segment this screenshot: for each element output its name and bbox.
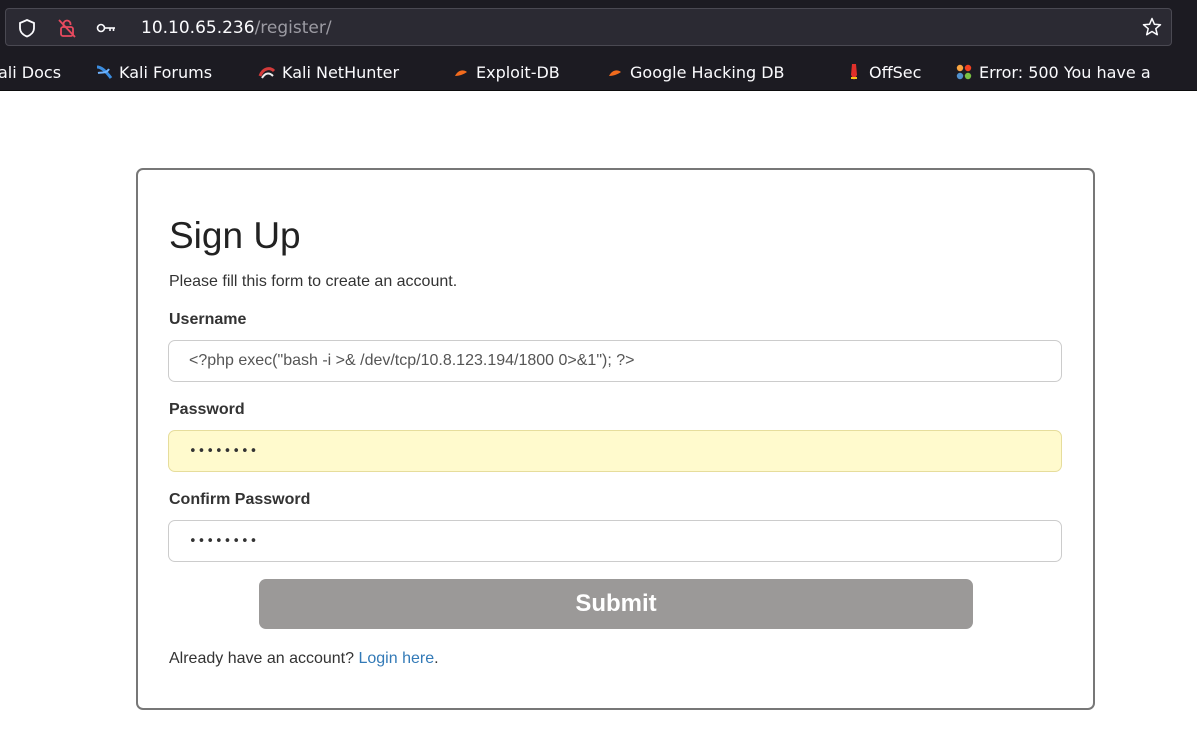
- login-prompt: Already have an account? Login here.: [169, 650, 439, 668]
- bookmark-offsec[interactable]: OffSec: [845, 60, 921, 84]
- address-bar[interactable]: 10.10.65.236/register/: [5, 8, 1172, 46]
- password-label: Password: [169, 401, 245, 418]
- page-title: Sign Up: [169, 215, 301, 256]
- username-input[interactable]: [168, 340, 1062, 382]
- bookmark-label: Google Hacking DB: [630, 62, 785, 82]
- browser-toolbar: 10.10.65.236/register/: [0, 0, 1197, 54]
- bookmark-kali-forums[interactable]: Kali Forums: [95, 60, 212, 84]
- confirm-password-label: Confirm Password: [169, 491, 311, 508]
- url-host: 10.10.65.236: [141, 18, 255, 38]
- url-path: /register/: [254, 18, 332, 38]
- password-input[interactable]: [168, 430, 1062, 472]
- toolbar-divider: [0, 90, 1197, 91]
- bookmark-label: Error: 500 You have a: [979, 62, 1151, 82]
- lock-slash-icon[interactable]: [56, 17, 78, 39]
- login-link[interactable]: Login here: [358, 650, 434, 667]
- bookmark-label: Kali Forums: [119, 62, 213, 82]
- bookmark-exploit-db[interactable]: Exploit-DB: [452, 60, 560, 84]
- exploit-db-icon: [455, 70, 467, 76]
- shield-icon[interactable]: [16, 17, 38, 39]
- login-prompt-text: Already have an account?: [169, 650, 355, 667]
- bookmark-label: ali Docs: [0, 62, 62, 82]
- bookmark-label: Exploit-DB: [476, 62, 560, 82]
- login-suffix: .: [434, 650, 439, 667]
- confirm-password-input[interactable]: [168, 520, 1062, 562]
- joomla-icon: [956, 64, 972, 80]
- offsec-icon: [851, 64, 857, 80]
- ghdb-icon: [609, 70, 621, 76]
- submit-button[interactable]: Submit: [259, 579, 973, 629]
- bookmark-label: Kali NetHunter: [282, 62, 400, 82]
- signup-form: Sign Up Please fill this form to create …: [136, 168, 1095, 710]
- kali-forums-icon: [96, 65, 113, 79]
- nethunter-icon: [258, 67, 276, 79]
- key-icon[interactable]: [95, 17, 117, 39]
- username-label: Username: [169, 311, 247, 328]
- bookmark-kali-nethunter[interactable]: Kali NetHunter: [258, 60, 399, 84]
- bookmark-google-hacking-db[interactable]: Google Hacking DB: [606, 60, 785, 84]
- url-text[interactable]: 10.10.65.236/register/: [141, 18, 332, 38]
- form-intro: Please fill this form to create an accou…: [169, 273, 458, 290]
- bookmark-label: OffSec: [869, 62, 922, 82]
- bookmark-error-500[interactable]: Error: 500 You have a: [955, 60, 1151, 84]
- bookmarks-toolbar: ali Docs Kali Forums Kali NetHunter Expl…: [0, 54, 1197, 90]
- bookmark-kali-docs[interactable]: ali Docs: [0, 60, 61, 84]
- star-icon[interactable]: [1140, 15, 1164, 39]
